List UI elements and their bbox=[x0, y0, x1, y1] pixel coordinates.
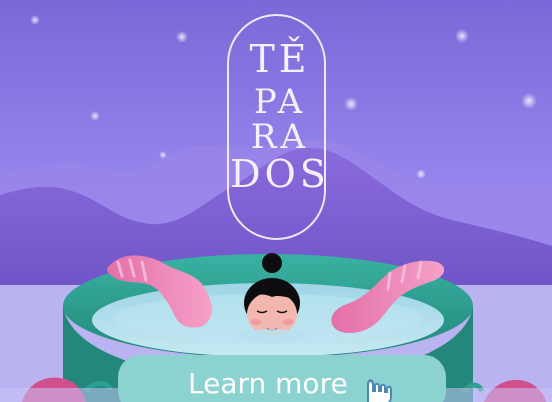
title-logo: TĚ PA RA DOS bbox=[220, 10, 340, 240]
logo-line-4: DOS bbox=[230, 152, 330, 196]
learn-more-label: Learn more bbox=[188, 367, 348, 400]
promo-screen: TĚ PA RA DOS Learn more bbox=[0, 0, 552, 402]
logo-line-2: PA bbox=[253, 82, 307, 122]
logo-line-1: TĚ bbox=[249, 37, 311, 81]
logo-line-3: RA bbox=[250, 117, 310, 157]
pointer-hand-icon bbox=[367, 379, 392, 402]
